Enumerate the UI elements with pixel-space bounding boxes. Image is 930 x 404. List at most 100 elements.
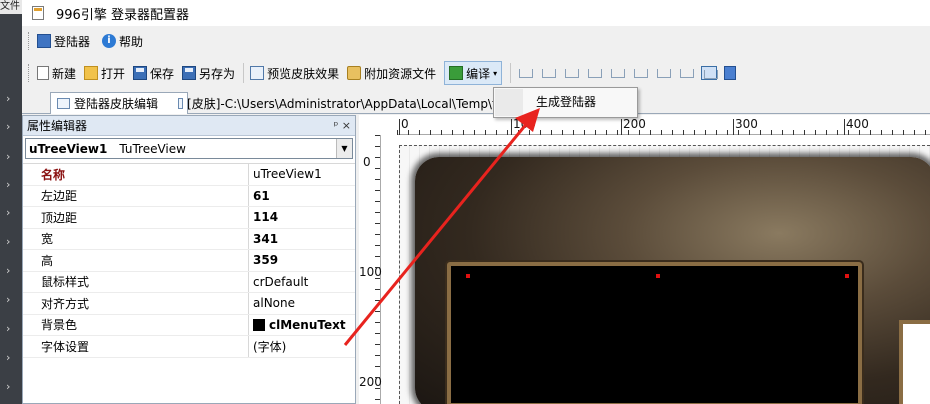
tree-view-frame[interactable] (447, 262, 862, 404)
ruler-icon[interactable] (701, 66, 719, 80)
form-icon (178, 97, 184, 109)
property-value[interactable]: 359 (249, 253, 278, 267)
compile-icon (449, 66, 464, 80)
compile-button[interactable]: 编译 ▾ (444, 61, 503, 85)
tab-skin-editor[interactable]: 登陆器皮肤编辑 (50, 92, 188, 114)
menu-item-generate-launcher[interactable]: 生成登陆器 (495, 90, 636, 115)
property-row[interactable]: 顶边距 114 (23, 207, 355, 229)
property-grid: 名称 uTreeView1 左边距 61 顶边距 114 宽 341 高 359… (23, 163, 355, 358)
menu-help[interactable]: i 帮助 (102, 33, 143, 50)
property-row[interactable]: 宽 341 (23, 228, 355, 250)
menu-login[interactable]: 登陆器 (37, 33, 90, 50)
skin-side-panel (899, 320, 930, 404)
property-value-color[interactable]: clMenuText (249, 318, 346, 332)
new-button[interactable]: 新建 (37, 61, 76, 85)
toolbar-grip[interactable] (28, 32, 31, 50)
document-tabs: 登陆器皮肤编辑 [皮肤]-C:\Users\Administrator\AppD… (22, 90, 930, 114)
strip-label: 文件 (0, 0, 22, 14)
property-value[interactable]: crDefault (249, 275, 308, 289)
selection-handle[interactable] (656, 274, 660, 278)
property-row[interactable]: 对齐方式 alNone (23, 293, 355, 315)
chevron-right-icon[interactable]: › (6, 351, 10, 364)
preview-icon (250, 66, 265, 80)
property-row[interactable]: 高 359 (23, 250, 355, 272)
align-vcenter-icon[interactable] (609, 66, 626, 80)
title-bar: 996引擎 登录器配置器 (22, 0, 930, 26)
chevron-right-icon[interactable]: › (6, 178, 10, 191)
property-value[interactable]: 341 (249, 232, 278, 246)
space-vertical-icon[interactable] (655, 66, 672, 80)
tab-skin-file[interactable]: [皮肤]-C:\Users\Administrator\AppData\Loca… (172, 92, 522, 114)
color-swatch (253, 318, 265, 331)
property-value[interactable]: 61 (249, 189, 270, 203)
attach-resource-button[interactable]: 附加资源文件 (347, 61, 436, 85)
chevron-right-icon[interactable]: › (6, 264, 10, 277)
property-row[interactable]: 背景色 clMenuText (23, 314, 355, 336)
computer-icon (37, 34, 51, 48)
chevron-right-icon[interactable]: › (6, 150, 10, 163)
property-value[interactable]: uTreeView1 (249, 167, 322, 181)
open-button[interactable]: 打开 (84, 61, 125, 85)
property-row[interactable]: 鼠标样式 crDefault (23, 271, 355, 293)
center-in-window-icon[interactable] (678, 66, 695, 80)
menu-bar: 登陆器 i 帮助 (22, 28, 930, 54)
chevron-right-icon[interactable]: › (6, 235, 10, 248)
selection-handle[interactable] (845, 274, 849, 278)
skin-designer-area[interactable]: 0 100 200 300 400 0 100 200 (359, 115, 930, 404)
toolbar: 新建 打开 保存 另存为 预览皮肤效果 附加资源文件 编译 ▾ (22, 58, 930, 88)
save-as-button[interactable]: 另存为 (182, 61, 235, 85)
menu-help-label: 帮助 (119, 34, 144, 49)
chevron-right-icon[interactable]: › (6, 322, 10, 335)
component-selector[interactable]: uTreeView1 TuTreeView ▼ (25, 138, 353, 159)
panel-pin-close-icons[interactable]: ᵖ × (334, 119, 351, 132)
chevron-right-icon[interactable]: › (6, 206, 10, 219)
ruler-label: 200 (623, 117, 646, 131)
info-icon: i (102, 34, 117, 48)
property-row[interactable]: 名称 uTreeView1 (23, 164, 355, 186)
property-key: 左边距 (23, 185, 249, 206)
property-value: clMenuText (269, 317, 346, 332)
chevron-down-icon[interactable]: ▼ (336, 139, 352, 158)
chevron-right-icon[interactable]: › (6, 293, 10, 306)
toolbar-grip[interactable] (28, 64, 31, 82)
property-editor-panel: 属性编辑器 ᵖ × uTreeView1 TuTreeView ▼ 名称 uTr… (22, 115, 356, 404)
toolbar-separator (510, 63, 512, 83)
selection-handle[interactable] (466, 274, 470, 278)
save-button[interactable]: 保存 (133, 61, 174, 85)
folder-open-icon (84, 66, 99, 80)
chevron-down-icon: ▾ (493, 68, 498, 78)
property-row[interactable]: 字体设置 (字体) (23, 336, 355, 358)
property-value[interactable]: alNone (249, 296, 295, 310)
tab-skin-file-label: [皮肤]-C:\Users\Administrator\AppData\Loca… (187, 96, 516, 111)
ruler-label: 0 (401, 117, 409, 131)
attach-button-label: 附加资源文件 (364, 66, 437, 81)
save-icon (133, 66, 148, 80)
property-value[interactable]: 114 (249, 210, 278, 224)
ruler-label: 100 (513, 117, 536, 131)
align-hcenter-icon[interactable] (563, 66, 580, 80)
property-key: 高 (23, 250, 249, 271)
ruler-label: 0 (363, 155, 371, 169)
property-value[interactable]: (字体) (249, 338, 286, 355)
book-icon[interactable] (724, 66, 737, 80)
property-key: 鼠标样式 (23, 271, 249, 292)
align-left-icon[interactable] (517, 66, 534, 80)
align-right-icon[interactable] (586, 66, 603, 80)
property-editor-title: 属性编辑器 (27, 119, 88, 133)
ruler-label: 400 (846, 117, 869, 131)
form-icon (57, 98, 70, 109)
attach-icon (347, 66, 362, 80)
component-type: TuTreeView (119, 141, 186, 156)
menu-login-label: 登陆器 (54, 34, 91, 49)
space-horizontal-icon[interactable] (632, 66, 649, 80)
preview-skin-button[interactable]: 预览皮肤效果 (250, 61, 339, 85)
chevron-right-icon[interactable]: › (6, 92, 10, 105)
compile-button-label: 编译 (466, 66, 491, 81)
property-row[interactable]: 左边距 61 (23, 185, 355, 207)
chevron-right-icon[interactable]: › (6, 380, 10, 393)
save-as-button-label: 另存为 (199, 66, 236, 81)
align-bottom-icon[interactable] (540, 66, 557, 80)
chevron-right-icon[interactable]: › (6, 120, 10, 133)
save-button-label: 保存 (150, 66, 175, 81)
save-as-icon (182, 66, 197, 80)
